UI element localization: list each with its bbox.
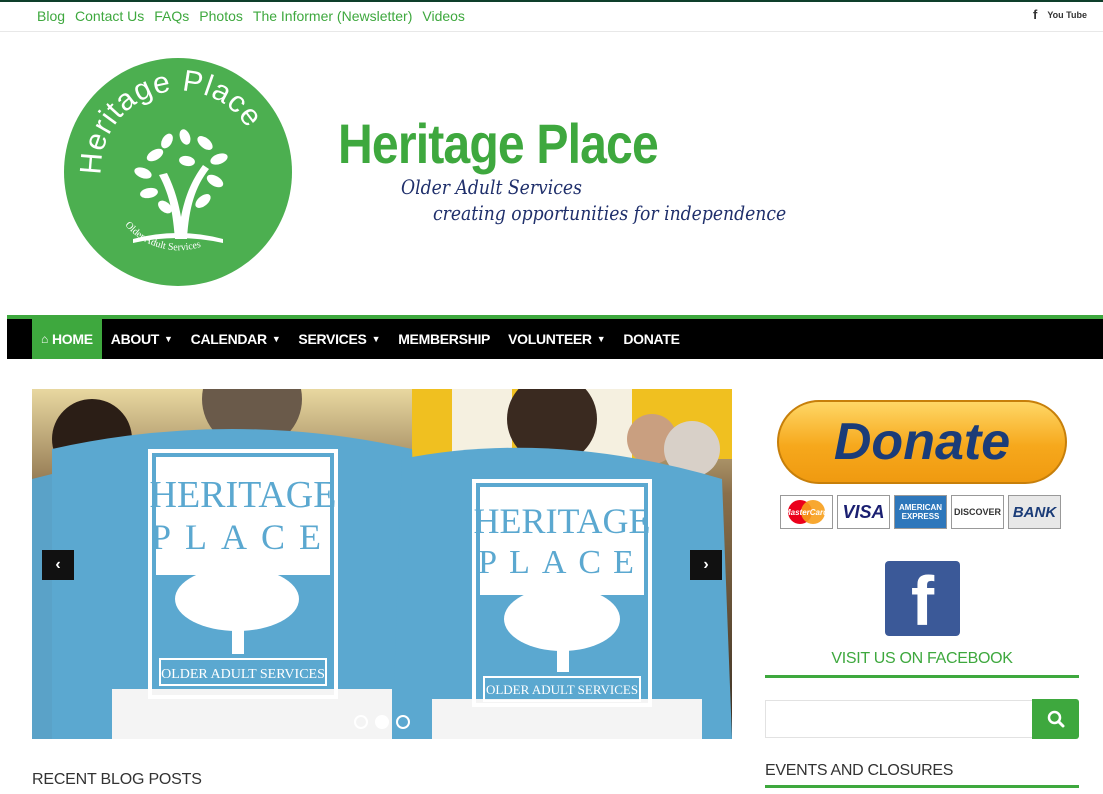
shirt-text-heritage-2: HERITAGE (473, 501, 650, 541)
nav-item-donate[interactable]: DONATE (614, 319, 688, 359)
svg-text:MasterCard: MasterCard (784, 508, 829, 517)
top-links: Blog Contact Us FAQs Photos The Informer… (37, 8, 465, 24)
social-links: f You Tube (1033, 8, 1087, 22)
top-bar: Blog Contact Us FAQs Photos The Informer… (0, 2, 1103, 32)
nav-item-membership[interactable]: MEMBERSHIP (389, 319, 499, 359)
divider (765, 675, 1079, 678)
events-and-closures-heading: EVENTS AND CLOSURES (765, 762, 954, 779)
tagline-line-1: Older Adult Services (401, 175, 582, 199)
top-link-blog[interactable]: Blog (37, 8, 65, 24)
nav-label-services: SERVICES (298, 331, 367, 347)
site-title[interactable]: Heritage Place (338, 111, 659, 176)
top-link-faqs[interactable]: FAQs (154, 8, 189, 24)
nav-item-volunteer[interactable]: VOLUNTEER ▼ (499, 319, 614, 359)
slider-dot-2[interactable] (375, 715, 389, 729)
youtube-icon[interactable]: You Tube (1047, 11, 1087, 20)
recent-blog-posts-heading: RECENT BLOG POSTS (32, 771, 202, 788)
slider-dot-3[interactable] (396, 715, 410, 729)
divider (765, 785, 1079, 788)
nav-label-volunteer: VOLUNTEER (508, 331, 592, 347)
nav-label-calendar: CALENDAR (190, 331, 267, 347)
top-link-videos[interactable]: Videos (422, 8, 465, 24)
top-link-photos[interactable]: Photos (199, 8, 243, 24)
shirt-text-place-2: PLACE (478, 544, 646, 581)
image-slider[interactable]: HERITAGE PLACE HERITAGE PLACE OLDER ADUL… (32, 389, 732, 739)
top-link-newsletter[interactable]: The Informer (Newsletter) (253, 8, 412, 24)
site-header: Heritage Place Older Adult Services Heri… (7, 33, 1103, 315)
shirt-text-services-2: OLDER ADULT SERVICES (486, 682, 638, 697)
nav-item-about[interactable]: ABOUT ▼ (102, 319, 182, 359)
shirt-text-heritage: HERITAGE (150, 474, 337, 516)
shirt-text-place: PLACE (151, 517, 335, 557)
chevron-down-icon: ▼ (596, 334, 606, 344)
slider-dot-1[interactable] (354, 715, 368, 729)
nav-label-about: ABOUT (110, 331, 160, 347)
visa-icon: VISA (837, 495, 890, 529)
slide-image: HERITAGE PLACE HERITAGE PLACE OLDER ADUL… (32, 389, 732, 739)
home-icon: ⌂ (41, 332, 48, 346)
chevron-down-icon: ▼ (371, 334, 381, 344)
shirt-text-services: OLDER ADULT SERVICES (161, 667, 325, 682)
mastercard-icon: MasterCard (780, 495, 833, 529)
visit-facebook-link[interactable]: VISIT US ON FACEBOOK (765, 650, 1079, 668)
nav-item-home[interactable]: ⌂ HOME (32, 319, 102, 359)
chevron-down-icon: ▼ (271, 334, 281, 344)
search-input[interactable] (765, 700, 1033, 738)
nav-label-membership: MEMBERSHIP (398, 331, 491, 347)
chevron-left-icon: ‹ (55, 556, 61, 573)
amex-icon: AMERICAN EXPRESS (894, 495, 947, 529)
chevron-down-icon: ▼ (164, 334, 173, 344)
facebook-icon[interactable]: f (885, 561, 960, 636)
nav-label-donate: DONATE (623, 331, 680, 347)
chevron-right-icon: › (703, 556, 709, 573)
slider-prev-button[interactable]: ‹ (42, 550, 74, 580)
nav-item-services[interactable]: SERVICES ▼ (289, 319, 389, 359)
slider-pagination (354, 715, 410, 729)
bank-icon: BANK (1008, 495, 1061, 529)
nav-label-home: HOME (51, 331, 93, 347)
nav-item-calendar[interactable]: CALENDAR ▼ (182, 319, 290, 359)
payment-cards: MasterCard VISA AMERICAN EXPRESS DISCOVE… (780, 495, 1061, 529)
main-nav: ⌂ HOME ABOUT ▼ CALENDAR ▼ SERVICES ▼ MEMBERS… (7, 315, 1103, 359)
donate-button[interactable]: Donate (777, 400, 1067, 484)
facebook-letter: f (910, 562, 935, 636)
search-button[interactable] (1032, 699, 1079, 739)
search-icon (1047, 710, 1064, 728)
discover-icon: DISCOVER (951, 495, 1004, 529)
facebook-icon[interactable]: f (1033, 8, 1037, 22)
slider-next-button[interactable]: › (690, 550, 722, 580)
donate-button-label: Donate (833, 413, 1011, 471)
tagline-line-2: creating opportunities for independence (433, 201, 787, 225)
top-link-contact[interactable]: Contact Us (75, 8, 144, 24)
heritage-place-logo[interactable]: Heritage Place Older Adult Services (63, 57, 293, 287)
